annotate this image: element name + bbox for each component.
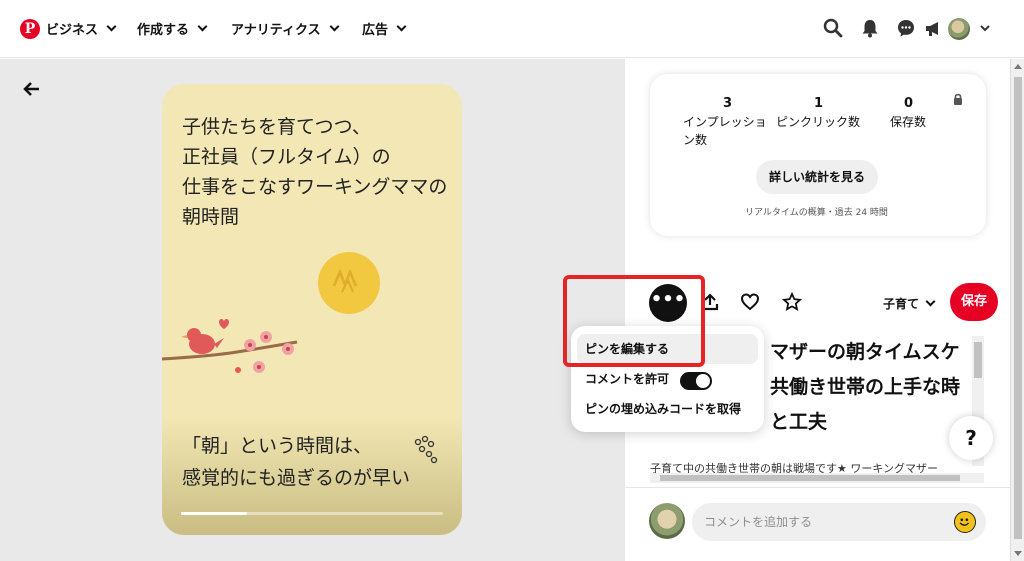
menu-item-embed-code[interactable]: ピンの埋め込みコードを取得 <box>577 394 758 424</box>
card-bottom-line: 感覚的にも過ぎるのが早い <box>182 467 411 489</box>
chevron-down-icon <box>925 296 936 307</box>
star-icon[interactable] <box>782 292 802 312</box>
nav-ads-menu[interactable]: 広告 <box>362 19 407 38</box>
bird-branch-illustration <box>162 319 298 373</box>
nav-create-label: 作成する <box>137 23 190 38</box>
pin-title: マザーの朝タイムスケ 共働き世帯の上手な時 と工夫 <box>770 335 970 440</box>
description-horizontal-scrollbar[interactable] <box>650 473 984 483</box>
pinterest-logo-icon[interactable]: P <box>20 19 40 39</box>
board-selector-label: 子育て <box>883 297 920 311</box>
pin-title-line: マザーの朝タイムスケ <box>770 341 960 363</box>
card-title-line: 正社員（フルタイム）の <box>182 146 391 168</box>
window-scrollbar[interactable] <box>1010 59 1024 561</box>
card-title-line: 朝時間 <box>182 206 240 228</box>
chevron-down-icon <box>396 21 407 32</box>
description-scrollbar-thumb[interactable] <box>660 475 960 481</box>
card-bottom-line: 「朝」という時間は、 <box>182 435 373 457</box>
nav-business-label: ビジネス <box>46 23 99 38</box>
story-progress-fill <box>181 512 247 515</box>
nav-analytics-menu[interactable]: アナリティクス <box>231 19 340 38</box>
back-arrow-icon[interactable] <box>22 80 42 98</box>
impressions-label: インプレッショ ン数 <box>683 113 767 149</box>
window-scrollbar-thumb[interactable] <box>1014 77 1022 539</box>
annotation-highlight-box <box>563 275 705 367</box>
help-button[interactable]: ? <box>949 416 993 460</box>
chevron-down-icon <box>197 21 208 32</box>
save-button[interactable]: 保存 <box>950 283 998 321</box>
story-progress-bar <box>181 512 443 515</box>
nav-ads-label: 広告 <box>362 23 389 38</box>
toggle-knob <box>696 374 710 388</box>
saves-value: 0 <box>904 96 914 111</box>
avatar[interactable] <box>948 18 970 40</box>
emoji-icon[interactable] <box>954 511 976 533</box>
chevron-down-icon <box>329 21 340 32</box>
stats-note: リアルタイムの概算・過去 24 時間 <box>745 208 888 218</box>
commenter-avatar <box>649 503 685 539</box>
pin-title-line: 共働き世帯の上手な時 <box>770 376 961 398</box>
nav-create-menu[interactable]: 作成する <box>137 19 208 38</box>
megaphone-icon[interactable] <box>923 17 945 39</box>
chevron-down-icon[interactable] <box>978 17 992 39</box>
sparkle-doodle-icon <box>414 435 438 464</box>
impressions-label-line: ン数 <box>683 133 708 147</box>
pin-image-card[interactable]: 子供たちを育てつつ、 正社員（フルタイム）の 仕事をこなすワーキングママの 朝時… <box>162 84 462 535</box>
chevron-down-icon <box>106 21 117 32</box>
divider <box>625 487 1010 488</box>
impressions-label-line: インプレッショ <box>683 115 767 129</box>
card-title-text: 子供たちを育てつつ、 正社員（フルタイム）の 仕事をこなすワーキングママの 朝時… <box>182 112 447 232</box>
menu-item-label: コメントを許可 <box>585 372 670 386</box>
nav-business-menu[interactable]: ビジネス <box>46 19 117 38</box>
card-title-line: 子供たちを育てつつ、 <box>182 116 371 138</box>
top-navigation-bar: P ビジネス 作成する アナリティクス 広告 <box>0 0 1024 58</box>
board-selector[interactable]: 子育て <box>883 295 936 312</box>
title-scrollbar-thumb[interactable] <box>974 342 982 378</box>
search-icon[interactable] <box>822 17 844 39</box>
menu-item-allow-comments[interactable]: コメントを許可 <box>577 364 758 394</box>
card-bottom-text: 「朝」という時間は、 感覚的にも過ぎるのが早い <box>182 430 410 494</box>
bell-icon[interactable] <box>859 17 881 39</box>
view-stats-button[interactable]: 詳しい統計を見る <box>756 160 878 194</box>
nav-analytics-label: アナリティクス <box>231 23 321 38</box>
comment-box[interactable] <box>692 503 986 541</box>
clicks-label: ピンクリック数 <box>776 115 861 129</box>
card-title-line: 仕事をこなすワーキングママの <box>182 176 448 198</box>
clicks-value: 1 <box>814 96 824 111</box>
sun-illustration <box>318 252 380 314</box>
menu-item-label: ピンの埋め込みコードを取得 <box>585 402 742 416</box>
pin-title-line: と工夫 <box>770 411 828 433</box>
saves-label: 保存数 <box>890 115 927 129</box>
impressions-value: 3 <box>723 96 733 111</box>
heart-icon[interactable] <box>740 292 760 312</box>
scroll-down-arrow-icon[interactable] <box>1014 551 1022 556</box>
allow-comments-toggle[interactable] <box>680 372 712 390</box>
scroll-up-arrow-icon[interactable] <box>1014 64 1022 69</box>
lock-icon <box>954 93 962 105</box>
message-icon[interactable] <box>895 17 917 39</box>
comment-input[interactable] <box>704 503 944 541</box>
